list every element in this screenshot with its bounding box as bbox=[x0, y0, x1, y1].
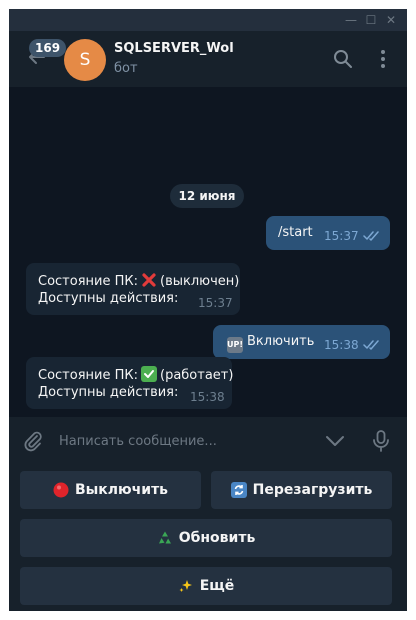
status-label: Состояние ПК: bbox=[38, 368, 138, 383]
unread-count-badge: 169 bbox=[29, 39, 67, 57]
message-time: 15:37 bbox=[198, 296, 233, 310]
incoming-message[interactable]: Состояние ПК: (выключен) Доступны действи… bbox=[26, 263, 240, 315]
message-time: 15:38 bbox=[190, 390, 225, 404]
button-label: Выключить bbox=[74, 482, 169, 498]
status-value: (выключен) bbox=[160, 274, 240, 289]
check-mark-icon bbox=[141, 366, 157, 382]
window-titlebar: — ☐ ✕ bbox=[9, 9, 407, 31]
message-text[interactable]: /start bbox=[278, 225, 313, 240]
outgoing-message[interactable]: UP! Включить 15:38 bbox=[213, 325, 390, 359]
cross-mark-icon bbox=[142, 273, 156, 287]
microphone-icon[interactable] bbox=[369, 429, 393, 453]
recycle-icon bbox=[158, 531, 171, 544]
read-checkmarks-icon bbox=[363, 231, 379, 241]
message-input[interactable] bbox=[59, 429, 309, 453]
chat-subtitle: бот bbox=[114, 61, 138, 76]
more-button[interactable]: Ещё bbox=[20, 567, 392, 605]
maximize-icon[interactable]: ☐ bbox=[363, 12, 379, 28]
chat-header: 169 S SQLSERVER_Wol бот bbox=[9, 31, 407, 87]
message-line[interactable]: Доступны действия: bbox=[38, 385, 178, 400]
date-separator: 12 июня bbox=[170, 184, 244, 208]
chevron-down-icon[interactable] bbox=[323, 429, 347, 453]
refresh-button[interactable]: Обновить bbox=[20, 519, 392, 557]
status-value: (работает) bbox=[160, 368, 234, 383]
attach-icon[interactable] bbox=[21, 429, 45, 453]
read-checkmarks-icon bbox=[363, 340, 379, 350]
minimize-icon[interactable]: — bbox=[343, 12, 359, 28]
button-label: Перезагрузить bbox=[252, 482, 373, 498]
message-time: 15:38 bbox=[324, 338, 359, 352]
message-text[interactable]: UP! Включить bbox=[227, 334, 314, 353]
message-line[interactable]: Состояние ПК: (выключен) bbox=[38, 272, 239, 289]
message-line[interactable]: Доступны действия: bbox=[38, 291, 178, 306]
red-circle-icon bbox=[53, 482, 69, 498]
up-button-icon: UP! bbox=[227, 337, 243, 353]
message-time: 15:37 bbox=[324, 229, 359, 243]
status-label: Состояние ПК: bbox=[38, 274, 138, 289]
power-off-button[interactable]: Выключить bbox=[20, 471, 201, 509]
chat-title[interactable]: SQLSERVER_Wol bbox=[114, 41, 234, 56]
telegram-window: — ☐ ✕ 169 S SQLSERVER_Wol бот 12 июня /s… bbox=[9, 9, 407, 611]
message-text-label: Включить bbox=[247, 334, 315, 349]
sparkles-icon bbox=[179, 580, 192, 592]
more-vertical-icon[interactable] bbox=[371, 47, 395, 71]
outgoing-message[interactable]: /start 15:37 bbox=[266, 216, 390, 250]
message-list[interactable]: 12 июня /start 15:37 Состояние ПК: (выклю… bbox=[9, 87, 407, 417]
composer bbox=[9, 417, 407, 465]
button-label: Ещё bbox=[199, 578, 235, 594]
bot-keyboard: Выключить Перезагрузить Обновить Ещё bbox=[9, 465, 407, 611]
refresh-icon bbox=[230, 482, 247, 498]
button-label: Обновить bbox=[178, 530, 256, 546]
message-line[interactable]: Состояние ПК: (работает) bbox=[38, 366, 233, 383]
close-icon[interactable]: ✕ bbox=[383, 12, 399, 28]
search-icon[interactable] bbox=[331, 47, 355, 71]
incoming-message[interactable]: Состояние ПК: (работает) Доступны действи… bbox=[26, 357, 233, 409]
avatar[interactable]: S bbox=[64, 39, 106, 81]
restart-button[interactable]: Перезагрузить bbox=[211, 471, 392, 509]
